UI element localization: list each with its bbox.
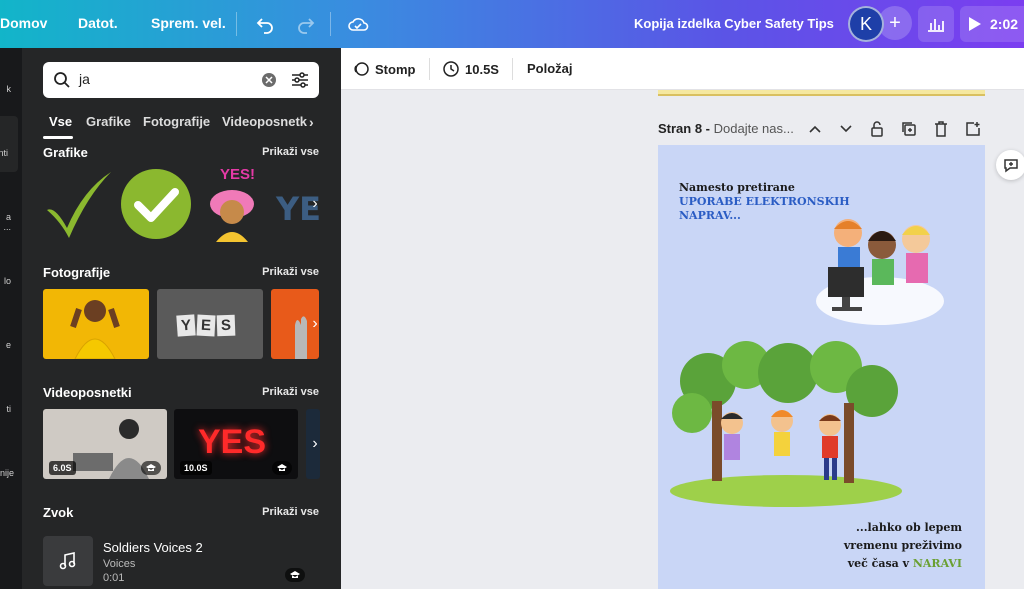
page-text-line[interactable]: Namesto pretirane [679, 181, 795, 195]
clock-icon [443, 61, 459, 77]
kids-nature-illustration[interactable] [668, 341, 904, 509]
divider [330, 12, 331, 36]
page-header: Stran 8 - Dodajte nas... [658, 121, 794, 136]
play-icon [969, 17, 981, 31]
search-input[interactable]: ja [79, 71, 90, 87]
music-note-icon[interactable] [43, 536, 93, 586]
tab-graphics[interactable]: Grafike [86, 114, 131, 129]
show-all-photos-link[interactable]: Prikaži vse [262, 266, 319, 278]
present-button[interactable]: 2:02 [960, 6, 1024, 42]
filter-icon[interactable] [291, 71, 309, 89]
rail-item[interactable]: e [0, 340, 22, 350]
graphics-next-arrow[interactable]: › [306, 184, 324, 224]
design-page[interactable]: Namesto pretirane UPORABE ELEKTRONSKIH N… [658, 145, 985, 589]
page-title-input[interactable]: Dodajte nas... [714, 121, 794, 136]
page-text-line[interactable]: vremenu preživimo [844, 539, 962, 553]
video-man-laptop[interactable]: 6.0S [43, 409, 167, 479]
trash-icon[interactable] [932, 120, 950, 138]
avatar[interactable]: K [848, 6, 884, 42]
menu-home[interactable]: Domov [0, 15, 47, 31]
bar-chart-icon [928, 19, 944, 32]
section-title-audio: Zvok [43, 505, 74, 520]
search-bar: ja [43, 62, 319, 98]
elements-panel: ja Vse Grafike Fotografije Videoposnetk … [22, 48, 341, 589]
premium-crown-icon [272, 461, 292, 475]
premium-crown-icon [285, 568, 305, 582]
audio-title[interactable]: Soldiers Voices 2 [103, 540, 203, 555]
duplicate-icon[interactable] [900, 120, 918, 138]
rail-item-elements[interactable]: nti [0, 116, 18, 172]
video-duration: 6.0S [49, 461, 76, 475]
animation-label: Stomp [375, 61, 416, 77]
page-text-line[interactable]: ...lahko ob lepem [856, 521, 962, 535]
timing-button[interactable]: 10.5S [443, 61, 499, 77]
undo-icon[interactable] [253, 12, 277, 36]
show-all-audio-link[interactable]: Prikaži vse [262, 506, 319, 518]
video-duration: 10.0S [180, 461, 212, 475]
page-number: Stran 8 - [658, 121, 711, 136]
menu-resize[interactable]: Sprem. vel. [151, 15, 226, 31]
rail-item[interactable]: nije [0, 468, 22, 478]
tab-videos[interactable]: Videoposnetk [222, 114, 307, 129]
chevron-up-icon[interactable] [806, 120, 824, 138]
photo-excited-man[interactable] [43, 289, 149, 359]
left-rail: k nti a ... lo e ti nije [0, 48, 22, 589]
category-tabs: Vse Grafike Fotografije Videoposnetk › [43, 114, 323, 134]
divider [512, 58, 513, 80]
lock-icon[interactable] [868, 120, 886, 138]
menu-file[interactable]: Datot. [78, 15, 118, 31]
position-label: Položaj [527, 61, 573, 76]
graphic-yes-girl[interactable]: YES! [202, 166, 262, 242]
divider [429, 58, 430, 80]
section-title-graphics: Grafike [43, 145, 88, 160]
kids-computer-illustration[interactable] [810, 213, 950, 329]
tab-all[interactable]: Vse [49, 114, 72, 129]
animation-icon [354, 62, 369, 76]
show-all-graphics-link[interactable]: Prikaži vse [262, 146, 319, 158]
page-text-line[interactable]: NAPRAV... [679, 209, 741, 223]
premium-crown-icon [141, 461, 161, 475]
timing-label: 10.5S [465, 61, 499, 77]
search-icon [54, 72, 70, 88]
redo-icon[interactable] [294, 12, 318, 36]
graphic-check-circle[interactable] [120, 168, 192, 240]
page-text-line[interactable]: UPORABE ELEKTRONSKIH [679, 195, 850, 209]
photo-yes-tiles[interactable]: Y E S [157, 289, 263, 359]
cloud-saved-icon[interactable] [346, 12, 370, 36]
insights-button[interactable] [918, 6, 954, 42]
chevron-down-icon[interactable] [837, 120, 855, 138]
photos-next-arrow[interactable]: › [306, 304, 324, 344]
audio-artist: Voices [103, 558, 136, 570]
add-comment-icon[interactable] [996, 150, 1024, 180]
section-title-photos: Fotografije [43, 265, 111, 280]
divider [236, 12, 237, 36]
document-title[interactable]: Kopija izdelka Cyber Safety Tips [634, 16, 834, 31]
clear-search-icon[interactable] [262, 73, 276, 87]
canvas-area: Stran 8 - Dodajte nas... Namesto pretira… [341, 90, 1024, 589]
audio-duration: 0:01 [103, 572, 125, 584]
page-text-line[interactable]: več časa v NARAVI [848, 557, 962, 571]
rail-item[interactable]: a ... [0, 212, 22, 232]
videos-next-arrow[interactable]: › [306, 424, 324, 464]
add-page-icon[interactable] [964, 120, 982, 138]
graphic-checkmark[interactable] [43, 166, 115, 242]
animation-button[interactable]: Stomp [353, 61, 415, 77]
tabs-next-icon[interactable]: › [309, 114, 314, 130]
tab-photos[interactable]: Fotografije [143, 114, 210, 129]
rail-item[interactable]: k [0, 84, 22, 94]
section-title-videos: Videoposnetki [43, 385, 132, 400]
present-duration: 2:02 [990, 16, 1019, 32]
rail-item[interactable]: ti [0, 404, 22, 414]
video-neon-yes[interactable]: YES 10.0S [174, 409, 298, 479]
position-button[interactable]: Položaj [527, 61, 573, 76]
rail-item[interactable]: lo [0, 276, 22, 286]
active-tab-indicator [43, 136, 73, 139]
show-all-videos-link[interactable]: Prikaži vse [262, 386, 319, 398]
context-toolbar: Stomp 10.5S Položaj [341, 48, 1024, 90]
previous-page-edge[interactable] [658, 90, 985, 96]
top-bar: Domov Datot. Sprem. vel. Kopija izdelka … [0, 0, 1024, 48]
